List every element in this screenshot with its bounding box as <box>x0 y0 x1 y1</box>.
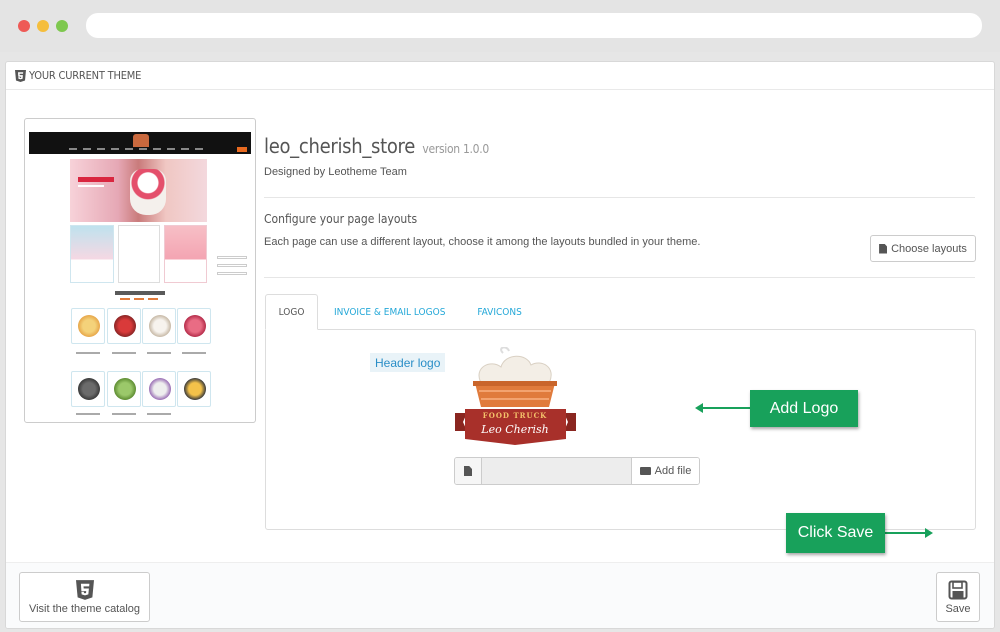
preview-section-heading <box>115 291 165 295</box>
click-save-arrow <box>885 528 933 538</box>
click-save-callout: Click Save <box>786 513 885 553</box>
theme-preview-image <box>24 118 256 423</box>
preview-product <box>177 308 211 344</box>
html5-icon <box>15 69 26 82</box>
html5-icon <box>75 579 94 600</box>
theme-version: version 1.0.0 <box>422 142 489 156</box>
preview-topbar <box>29 125 251 129</box>
preview-promo-left <box>70 225 114 283</box>
maximize-window-dot[interactable] <box>56 20 68 32</box>
panel-footer <box>6 562 994 628</box>
tab-invoice-email-logos[interactable]: INVOICE & EMAIL LOGOS <box>318 294 461 330</box>
theme-author: Designed by Leotheme Team <box>264 166 407 178</box>
preview-hero-banner <box>70 159 207 222</box>
header-logo-label: Header logo <box>370 353 446 372</box>
choose-layouts-label: Choose layouts <box>891 242 967 255</box>
logo-text-leo-cherish: Leo Cherish <box>480 423 548 436</box>
panel-title: YOUR CURRENT THEME <box>29 69 142 82</box>
folder-open-icon <box>639 467 651 475</box>
catalog-button-label: Visit the theme catalog <box>28 602 141 615</box>
preview-nav <box>29 132 251 154</box>
preview-product <box>107 371 141 407</box>
logo-file-input-group: Add file <box>454 457 700 485</box>
choose-layouts-button[interactable]: Choose layouts <box>870 235 976 262</box>
preview-product <box>177 371 211 407</box>
tab-favicons[interactable]: FAVICONS <box>461 294 537 330</box>
save-button-label: Save <box>945 602 971 615</box>
file-icon <box>455 458 482 484</box>
layouts-description: Each page can use a different layout, ch… <box>264 236 701 248</box>
panel-heading: YOUR CURRENT THEME <box>6 62 994 90</box>
logo-file-field[interactable] <box>482 458 631 484</box>
save-button[interactable]: Save <box>936 572 980 622</box>
preview-promo-right <box>164 225 207 283</box>
preview-product <box>142 371 176 407</box>
preview-promo-center <box>118 225 247 283</box>
browser-chrome <box>0 0 1000 52</box>
address-bar[interactable] <box>86 13 982 38</box>
preview-product <box>142 308 176 344</box>
theme-name-text: leo_cherish_store <box>264 134 415 158</box>
minimize-window-dot[interactable] <box>37 20 49 32</box>
tab-logo[interactable]: LOGO <box>265 294 318 330</box>
layouts-title: Configure your page layouts <box>264 212 418 226</box>
add-file-button[interactable]: Add file <box>631 458 699 484</box>
preview-product <box>71 371 105 407</box>
preview-product <box>107 308 141 344</box>
add-logo-arrow <box>695 403 750 413</box>
divider <box>264 277 975 278</box>
header-logo-image: FOOD TRUCK Leo Cherish <box>455 347 576 445</box>
logo-tabs: LOGO INVOICE & EMAIL LOGOS FAVICONS <box>265 294 538 330</box>
save-icon <box>948 580 968 599</box>
visit-theme-catalog-button[interactable]: Visit the theme catalog <box>19 572 150 622</box>
preview-product <box>71 308 105 344</box>
file-icon <box>879 243 888 254</box>
divider <box>264 197 975 198</box>
add-logo-callout: Add Logo <box>750 390 858 427</box>
logo-text-food-truck: FOOD TRUCK <box>483 411 547 420</box>
add-file-label: Add file <box>654 465 692 477</box>
close-window-dot[interactable] <box>18 20 30 32</box>
theme-name: leo_cherish_store version 1.0.0 <box>264 134 489 158</box>
